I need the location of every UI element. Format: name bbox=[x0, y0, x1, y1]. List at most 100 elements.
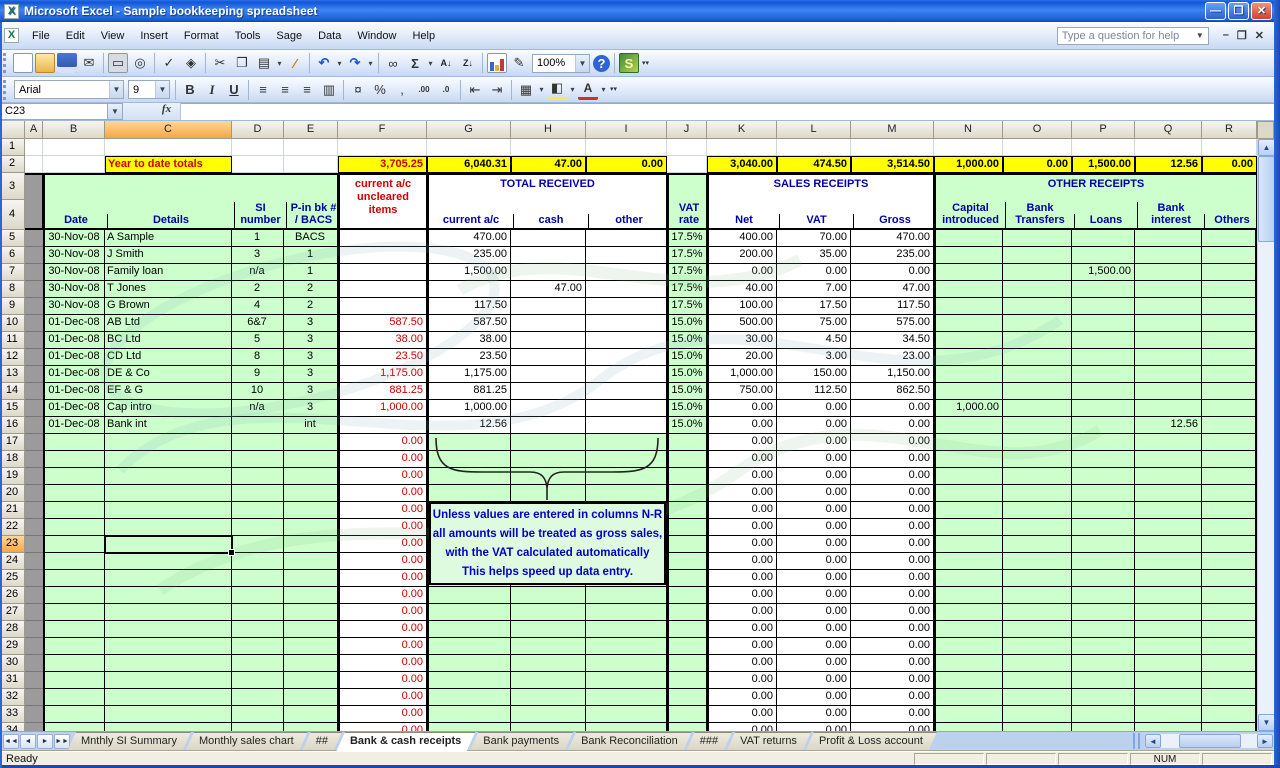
cell-F10[interactable]: 587.50 bbox=[338, 315, 427, 332]
row-header-22[interactable]: 22 bbox=[0, 519, 25, 536]
cell-P8[interactable] bbox=[1072, 281, 1135, 298]
cell-D28[interactable] bbox=[232, 621, 284, 638]
toolbar-options-icon[interactable]: ▾▾ bbox=[610, 79, 621, 101]
cell-Q34[interactable] bbox=[1135, 723, 1202, 731]
column-header-M[interactable]: M bbox=[851, 121, 934, 139]
cell-K11[interactable]: 30.00 bbox=[707, 332, 777, 349]
cell-R6[interactable] bbox=[1202, 247, 1257, 264]
cell-A15[interactable] bbox=[25, 400, 43, 417]
header-vat[interactable]: VAT bbox=[779, 214, 853, 228]
cell-I29[interactable] bbox=[586, 638, 667, 655]
cell-P24[interactable] bbox=[1072, 553, 1135, 570]
header-loans[interactable]: Loans bbox=[1074, 214, 1137, 228]
cell-K27[interactable]: 0.00 bbox=[707, 604, 777, 621]
cell-F21[interactable]: 0.00 bbox=[338, 502, 427, 519]
cell-A21[interactable] bbox=[25, 502, 43, 519]
first-sheet-icon[interactable]: ◄◄ bbox=[3, 734, 19, 749]
cell-M2[interactable]: 3,514.50 bbox=[851, 156, 934, 173]
cell-C12[interactable]: CD Ltd bbox=[105, 349, 232, 366]
row-header-30[interactable]: 30 bbox=[0, 655, 25, 672]
cell-M33[interactable]: 0.00 bbox=[851, 706, 934, 723]
cell-J32[interactable] bbox=[667, 689, 707, 706]
cell-I2[interactable]: 0.00 bbox=[586, 156, 667, 173]
decrease-decimal-icon[interactable]: .0 bbox=[436, 80, 456, 100]
cell-O15[interactable] bbox=[1003, 400, 1072, 417]
column-header-K[interactable]: K bbox=[707, 121, 777, 139]
menu-edit[interactable]: Edit bbox=[58, 27, 93, 45]
cell-C30[interactable] bbox=[105, 655, 232, 672]
cell-M17[interactable]: 0.00 bbox=[851, 434, 934, 451]
cell-Q6[interactable] bbox=[1135, 247, 1202, 264]
cell-G14[interactable]: 881.25 bbox=[427, 383, 511, 400]
cell-K13[interactable]: 1,000.00 bbox=[707, 366, 777, 383]
cell-L12[interactable]: 3.00 bbox=[777, 349, 851, 366]
column-header-N[interactable]: N bbox=[934, 121, 1003, 139]
cell-N29[interactable] bbox=[934, 638, 1003, 655]
cell-F7[interactable] bbox=[338, 264, 427, 281]
header-date[interactable]: Date bbox=[45, 214, 107, 228]
cell-O14[interactable] bbox=[1003, 383, 1072, 400]
cell-P9[interactable] bbox=[1072, 298, 1135, 315]
cell-B18[interactable] bbox=[43, 451, 105, 468]
cell-D21[interactable] bbox=[232, 502, 284, 519]
row-header-31[interactable]: 31 bbox=[0, 672, 25, 689]
cell-R8[interactable] bbox=[1202, 281, 1257, 298]
cell-I9[interactable] bbox=[586, 298, 667, 315]
font-color-icon[interactable]: A bbox=[578, 80, 598, 100]
cell-O21[interactable] bbox=[1003, 502, 1072, 519]
cell-D10[interactable]: 6&7 bbox=[232, 315, 284, 332]
cell-O19[interactable] bbox=[1003, 468, 1072, 485]
cell-B24[interactable] bbox=[43, 553, 105, 570]
cell-K19[interactable]: 0.00 bbox=[707, 468, 777, 485]
cell-M32[interactable]: 0.00 bbox=[851, 689, 934, 706]
paste-icon[interactable]: ▤ bbox=[254, 53, 274, 73]
column-header-Q[interactable]: Q bbox=[1135, 121, 1202, 139]
header-paying-in[interactable]: P-in bk # / BACS bbox=[286, 202, 340, 228]
sage-icon[interactable]: S bbox=[619, 53, 639, 73]
cell-K15[interactable]: 0.00 bbox=[707, 400, 777, 417]
cell-K1[interactable] bbox=[707, 139, 777, 156]
cell-K6[interactable]: 200.00 bbox=[707, 247, 777, 264]
tab-vat-returns[interactable]: VAT returns bbox=[726, 732, 811, 752]
cell-H30[interactable] bbox=[511, 655, 586, 672]
cell-P20[interactable] bbox=[1072, 485, 1135, 502]
bold-icon[interactable]: B bbox=[180, 80, 200, 100]
cell-D14[interactable]: 10 bbox=[232, 383, 284, 400]
cell-Q14[interactable] bbox=[1135, 383, 1202, 400]
cell-F6[interactable] bbox=[338, 247, 427, 264]
cell-E15[interactable]: 3 bbox=[284, 400, 338, 417]
cell-N1[interactable] bbox=[934, 139, 1003, 156]
tab-bank-payments[interactable]: Bank payments bbox=[469, 732, 573, 752]
cell-K24[interactable]: 0.00 bbox=[707, 553, 777, 570]
cell-E17[interactable] bbox=[284, 434, 338, 451]
cell-O31[interactable] bbox=[1003, 672, 1072, 689]
cell-L15[interactable]: 0.00 bbox=[777, 400, 851, 417]
cell-B28[interactable] bbox=[43, 621, 105, 638]
cell-H26[interactable] bbox=[511, 587, 586, 604]
cell-G30[interactable] bbox=[427, 655, 511, 672]
cell-M30[interactable]: 0.00 bbox=[851, 655, 934, 672]
cell-M6[interactable]: 235.00 bbox=[851, 247, 934, 264]
help-icon[interactable]: ? bbox=[593, 55, 610, 72]
cell-H7[interactable] bbox=[511, 264, 586, 281]
cell-P28[interactable] bbox=[1072, 621, 1135, 638]
select-all-corner[interactable] bbox=[0, 121, 25, 139]
menu-insert[interactable]: Insert bbox=[132, 27, 176, 45]
menu-sage[interactable]: Sage bbox=[268, 27, 310, 45]
row-header-25[interactable]: 25 bbox=[0, 570, 25, 587]
cell-M18[interactable]: 0.00 bbox=[851, 451, 934, 468]
cell-R16[interactable] bbox=[1202, 417, 1257, 434]
cell-F17[interactable]: 0.00 bbox=[338, 434, 427, 451]
cell-H6[interactable] bbox=[511, 247, 586, 264]
row-header-12[interactable]: 12 bbox=[0, 349, 25, 366]
new-icon[interactable] bbox=[13, 53, 33, 73]
cell-K31[interactable]: 0.00 bbox=[707, 672, 777, 689]
cell-D17[interactable] bbox=[232, 434, 284, 451]
cell-O22[interactable] bbox=[1003, 519, 1072, 536]
cell-B7[interactable]: 30-Nov-08 bbox=[43, 264, 105, 281]
cell-E28[interactable] bbox=[284, 621, 338, 638]
cell-I6[interactable] bbox=[586, 247, 667, 264]
cell-B27[interactable] bbox=[43, 604, 105, 621]
cell-J10[interactable]: 15.0% bbox=[667, 315, 707, 332]
menu-format[interactable]: Format bbox=[176, 27, 227, 45]
